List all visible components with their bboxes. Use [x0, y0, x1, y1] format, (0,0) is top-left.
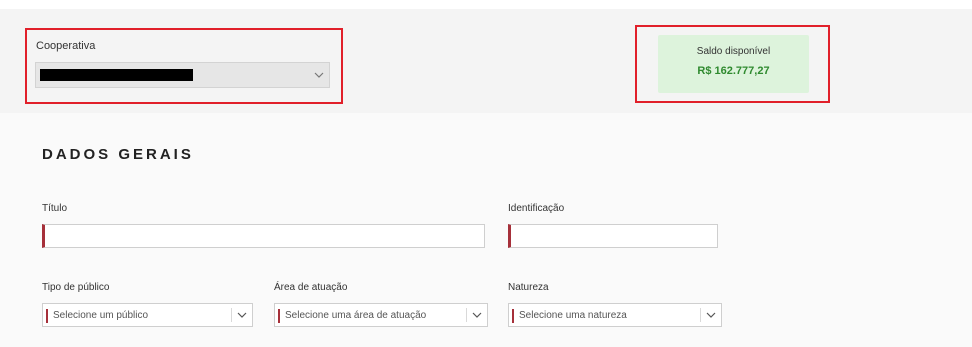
- required-marker: [512, 309, 514, 323]
- chevron-down-icon[interactable]: [467, 304, 487, 326]
- top-strip: [0, 0, 972, 9]
- area-atuacao-placeholder: Selecione uma área de atuação: [285, 310, 427, 321]
- titulo-label: Título: [42, 203, 68, 214]
- identificacao-label: Identificação: [508, 203, 565, 214]
- identificacao-input[interactable]: [508, 224, 718, 248]
- area-atuacao-label: Área de atuação: [274, 282, 348, 293]
- chevron-down-icon[interactable]: [701, 304, 721, 326]
- required-marker: [46, 309, 48, 323]
- section-title: DADOS GERAIS: [42, 146, 194, 163]
- area-atuacao-select[interactable]: Selecione uma área de atuação: [274, 303, 488, 327]
- cooperativa-highlight: [25, 28, 343, 104]
- saldo-highlight: [635, 25, 830, 103]
- titulo-input[interactable]: [42, 224, 485, 248]
- tipo-publico-select[interactable]: Selecione um público: [42, 303, 253, 327]
- chevron-down-icon[interactable]: [232, 304, 252, 326]
- natureza-placeholder: Selecione uma natureza: [519, 310, 627, 321]
- tipo-publico-placeholder: Selecione um público: [53, 310, 149, 321]
- natureza-label: Natureza: [508, 282, 549, 293]
- required-marker: [278, 309, 280, 323]
- natureza-select[interactable]: Selecione uma natureza: [508, 303, 722, 327]
- tipo-publico-label: Tipo de público: [42, 282, 110, 293]
